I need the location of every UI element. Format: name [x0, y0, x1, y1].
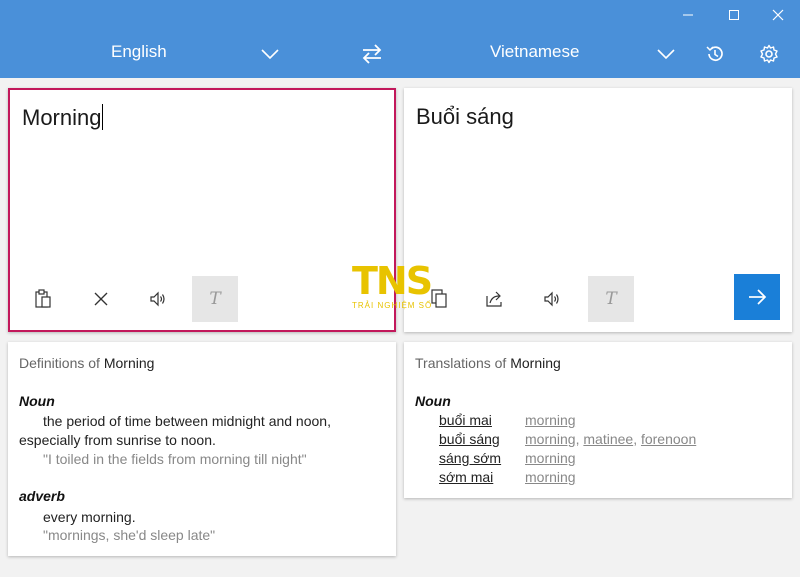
- gear-icon: [760, 44, 778, 64]
- share-button[interactable]: [472, 276, 518, 322]
- close-icon: [94, 292, 108, 306]
- translations-title-word: Morning: [510, 355, 561, 371]
- history-button[interactable]: [702, 41, 728, 67]
- chevron-down-icon: [261, 49, 279, 60]
- definition-text: the period of time between midnight and …: [43, 413, 331, 429]
- part-of-speech: Noun: [19, 393, 55, 409]
- copy-button[interactable]: [416, 276, 462, 322]
- back-translations: morning: [525, 412, 576, 428]
- part-of-speech: adverb: [19, 488, 65, 504]
- text-caret: [102, 104, 104, 130]
- translation-word-link[interactable]: buổi sáng: [439, 431, 500, 447]
- source-language-dropdown[interactable]: [257, 41, 283, 67]
- back-translation-link[interactable]: morning: [525, 469, 576, 485]
- target-language-dropdown[interactable]: [653, 41, 679, 67]
- paste-button[interactable]: [20, 276, 66, 322]
- text-format-icon: T: [605, 289, 617, 309]
- translations-title-prefix: Translations of: [415, 355, 511, 371]
- back-translation-link[interactable]: morning: [525, 450, 576, 466]
- translated-text: Buổi sáng: [416, 104, 514, 129]
- swap-languages-button[interactable]: [359, 41, 385, 67]
- back-translation-link[interactable]: matinee: [583, 431, 633, 447]
- app-header: English Vietnamese: [0, 0, 800, 78]
- back-translation-link[interactable]: forenoon: [641, 431, 696, 447]
- definition-text-cont: especially from sunrise to noon.: [19, 432, 216, 448]
- translation-panel: Buổi sáng T: [404, 88, 792, 332]
- arrow-right-icon: [749, 289, 767, 305]
- definitions-title: Definitions of Morning: [19, 355, 154, 371]
- source-text-input[interactable]: Morning: [22, 104, 104, 131]
- part-of-speech: Noun: [415, 393, 451, 409]
- translation-word-link[interactable]: sớm mai: [439, 469, 493, 485]
- source-text-value: Morning: [22, 105, 102, 130]
- translation-format-button[interactable]: T: [588, 276, 634, 322]
- translate-button[interactable]: [734, 274, 780, 320]
- back-translations: morning: [525, 469, 576, 485]
- speak-translation-button[interactable]: [529, 276, 575, 322]
- definition-text: every morning.: [43, 509, 136, 525]
- source-text-panel[interactable]: Morning T: [8, 88, 396, 332]
- back-translation-link[interactable]: morning: [525, 431, 576, 447]
- settings-button[interactable]: [756, 41, 782, 67]
- target-language-label[interactable]: Vietnamese: [490, 42, 579, 62]
- source-language-label[interactable]: English: [111, 42, 167, 62]
- close-window-button[interactable]: [763, 4, 793, 26]
- translation-word-link[interactable]: sáng sớm: [439, 450, 501, 466]
- speak-source-button[interactable]: [135, 276, 181, 322]
- copy-icon: [431, 289, 447, 308]
- close-icon: [772, 9, 784, 21]
- maximize-button[interactable]: [719, 4, 749, 26]
- back-translations: morning, matinee, forenoon: [525, 431, 697, 447]
- speaker-icon: [544, 291, 559, 307]
- swap-icon: [362, 44, 382, 64]
- definition-example: "I toiled in the fields from morning til…: [43, 451, 307, 467]
- minimize-button[interactable]: [673, 4, 703, 26]
- translation-word-link[interactable]: buổi mai: [439, 412, 492, 428]
- definition-example: "mornings, she'd sleep late": [43, 527, 216, 543]
- maximize-icon: [729, 10, 739, 20]
- share-icon: [486, 291, 502, 307]
- source-format-button[interactable]: T: [192, 276, 238, 322]
- minimize-icon: [683, 14, 693, 16]
- history-icon: [706, 46, 723, 62]
- clear-button[interactable]: [78, 276, 124, 322]
- definitions-title-word: Morning: [103, 355, 155, 371]
- translations-panel: Translations of Morning Noun buổi mai mo…: [404, 342, 792, 498]
- speaker-icon: [150, 291, 165, 307]
- definitions-title-prefix: Definitions of: [19, 355, 104, 371]
- chevron-down-icon: [657, 49, 675, 60]
- back-translation-link[interactable]: morning: [525, 412, 576, 428]
- translations-title: Translations of Morning: [415, 355, 561, 371]
- back-translations: morning: [525, 450, 576, 466]
- definitions-panel: Definitions of Morning Noun the period o…: [8, 342, 396, 556]
- clipboard-paste-icon: [35, 289, 51, 308]
- text-format-icon: T: [209, 289, 221, 309]
